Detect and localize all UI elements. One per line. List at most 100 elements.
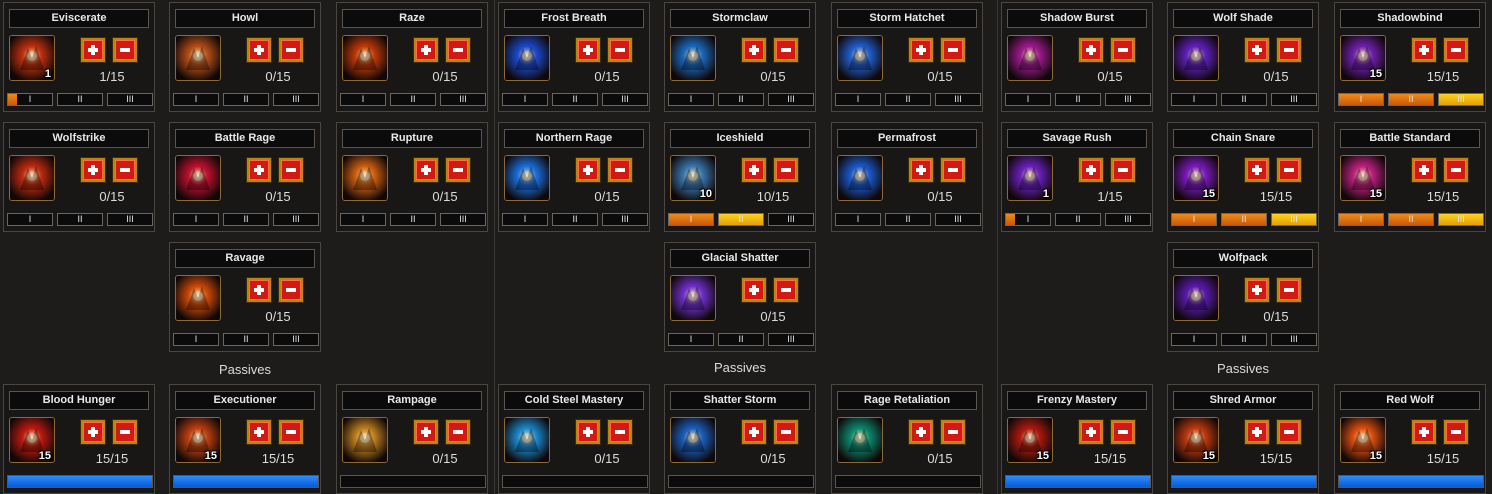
- increase-rank-button[interactable]: [741, 419, 767, 445]
- tier-1-button[interactable]: I: [668, 213, 714, 226]
- tier-2-button[interactable]: II: [552, 93, 598, 106]
- tier-1-button[interactable]: I: [1338, 213, 1384, 226]
- tier-1-button[interactable]: I: [1005, 213, 1051, 226]
- tier-3-button[interactable]: III: [602, 213, 648, 226]
- tier-3-button[interactable]: III: [107, 93, 153, 106]
- decrease-rank-button[interactable]: [445, 37, 471, 63]
- decrease-rank-button[interactable]: [112, 419, 138, 445]
- increase-rank-button[interactable]: [80, 419, 106, 445]
- tier-2-button[interactable]: II: [57, 93, 103, 106]
- tier-1-button[interactable]: I: [7, 213, 53, 226]
- decrease-rank-button[interactable]: [1276, 277, 1302, 303]
- tier-2-button[interactable]: II: [390, 213, 436, 226]
- increase-rank-button[interactable]: [741, 277, 767, 303]
- increase-rank-button[interactable]: [908, 419, 934, 445]
- increase-rank-button[interactable]: [1411, 419, 1437, 445]
- tier-1-button[interactable]: I: [173, 213, 219, 226]
- tier-2-button[interactable]: II: [552, 213, 598, 226]
- tier-3-button[interactable]: III: [1105, 93, 1151, 106]
- decrease-rank-button[interactable]: [278, 157, 304, 183]
- decrease-rank-button[interactable]: [1276, 37, 1302, 63]
- increase-rank-button[interactable]: [246, 157, 272, 183]
- decrease-rank-button[interactable]: [445, 157, 471, 183]
- increase-rank-button[interactable]: [1244, 277, 1270, 303]
- tier-2-button[interactable]: II: [1221, 333, 1267, 346]
- increase-rank-button[interactable]: [80, 37, 106, 63]
- tier-3-button[interactable]: III: [768, 213, 814, 226]
- tier-1-button[interactable]: I: [668, 333, 714, 346]
- tier-2-button[interactable]: II: [718, 213, 764, 226]
- decrease-rank-button[interactable]: [1110, 157, 1136, 183]
- decrease-rank-button[interactable]: [112, 157, 138, 183]
- tier-2-button[interactable]: II: [390, 93, 436, 106]
- decrease-rank-button[interactable]: [773, 157, 799, 183]
- increase-rank-button[interactable]: [575, 37, 601, 63]
- tier-3-button[interactable]: III: [1438, 213, 1484, 226]
- increase-rank-button[interactable]: [246, 277, 272, 303]
- decrease-rank-button[interactable]: [773, 37, 799, 63]
- tier-3-button[interactable]: III: [935, 213, 981, 226]
- increase-rank-button[interactable]: [908, 157, 934, 183]
- tier-1-button[interactable]: I: [835, 213, 881, 226]
- decrease-rank-button[interactable]: [940, 37, 966, 63]
- tier-1-button[interactable]: I: [1171, 213, 1217, 226]
- tier-2-button[interactable]: II: [223, 93, 269, 106]
- tier-3-button[interactable]: III: [768, 93, 814, 106]
- decrease-rank-button[interactable]: [278, 419, 304, 445]
- tier-1-button[interactable]: I: [340, 213, 386, 226]
- increase-rank-button[interactable]: [575, 157, 601, 183]
- tier-1-button[interactable]: I: [668, 93, 714, 106]
- tier-2-button[interactable]: II: [57, 213, 103, 226]
- tier-3-button[interactable]: III: [1271, 93, 1317, 106]
- decrease-rank-button[interactable]: [773, 277, 799, 303]
- increase-rank-button[interactable]: [413, 419, 439, 445]
- tier-1-button[interactable]: I: [7, 93, 53, 106]
- decrease-rank-button[interactable]: [1443, 37, 1469, 63]
- tier-2-button[interactable]: II: [1388, 213, 1434, 226]
- tier-2-button[interactable]: II: [885, 213, 931, 226]
- decrease-rank-button[interactable]: [1110, 419, 1136, 445]
- tier-3-button[interactable]: III: [935, 93, 981, 106]
- tier-3-button[interactable]: III: [1105, 213, 1151, 226]
- tier-3-button[interactable]: III: [602, 93, 648, 106]
- decrease-rank-button[interactable]: [607, 37, 633, 63]
- tier-2-button[interactable]: II: [1388, 93, 1434, 106]
- tier-1-button[interactable]: I: [173, 93, 219, 106]
- decrease-rank-button[interactable]: [278, 37, 304, 63]
- tier-2-button[interactable]: II: [223, 333, 269, 346]
- tier-3-button[interactable]: III: [1271, 213, 1317, 226]
- tier-1-button[interactable]: I: [502, 213, 548, 226]
- tier-2-button[interactable]: II: [1055, 213, 1101, 226]
- increase-rank-button[interactable]: [413, 157, 439, 183]
- tier-3-button[interactable]: III: [273, 213, 319, 226]
- tier-2-button[interactable]: II: [1055, 93, 1101, 106]
- tier-2-button[interactable]: II: [718, 93, 764, 106]
- increase-rank-button[interactable]: [80, 157, 106, 183]
- increase-rank-button[interactable]: [908, 37, 934, 63]
- tier-1-button[interactable]: I: [173, 333, 219, 346]
- increase-rank-button[interactable]: [741, 157, 767, 183]
- tier-1-button[interactable]: I: [1338, 93, 1384, 106]
- decrease-rank-button[interactable]: [1110, 37, 1136, 63]
- increase-rank-button[interactable]: [246, 419, 272, 445]
- increase-rank-button[interactable]: [1078, 37, 1104, 63]
- decrease-rank-button[interactable]: [112, 37, 138, 63]
- increase-rank-button[interactable]: [1078, 157, 1104, 183]
- increase-rank-button[interactable]: [1078, 419, 1104, 445]
- tier-3-button[interactable]: III: [440, 93, 486, 106]
- decrease-rank-button[interactable]: [1276, 419, 1302, 445]
- tier-2-button[interactable]: II: [885, 93, 931, 106]
- decrease-rank-button[interactable]: [773, 419, 799, 445]
- increase-rank-button[interactable]: [246, 37, 272, 63]
- increase-rank-button[interactable]: [1244, 157, 1270, 183]
- tier-1-button[interactable]: I: [1171, 93, 1217, 106]
- tier-1-button[interactable]: I: [835, 93, 881, 106]
- tier-1-button[interactable]: I: [1171, 333, 1217, 346]
- increase-rank-button[interactable]: [1411, 37, 1437, 63]
- tier-3-button[interactable]: III: [273, 333, 319, 346]
- decrease-rank-button[interactable]: [1443, 419, 1469, 445]
- tier-3-button[interactable]: III: [107, 213, 153, 226]
- increase-rank-button[interactable]: [413, 37, 439, 63]
- decrease-rank-button[interactable]: [1276, 157, 1302, 183]
- increase-rank-button[interactable]: [1244, 419, 1270, 445]
